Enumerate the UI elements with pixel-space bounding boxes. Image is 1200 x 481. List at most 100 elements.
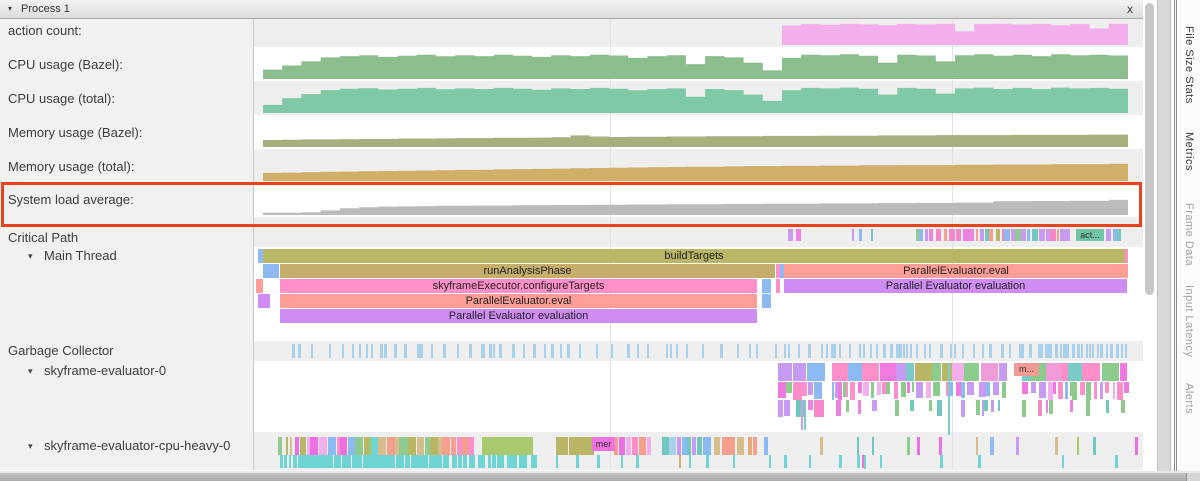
critical-path-slices-slice[interactable] [980, 229, 984, 241]
evaluator0-row2-slice[interactable] [1002, 382, 1006, 398]
collapse-arrow-icon[interactable]: ▾ [28, 248, 33, 264]
gc-pauses-slice[interactable] [1009, 344, 1011, 358]
gc-pauses-slice[interactable] [611, 344, 613, 358]
trace-slice[interactable]: skyframeExecutor.configureTargets [280, 279, 757, 293]
cpu-heavy-row2-slice[interactable] [478, 455, 485, 468]
evaluator0-row3-slice[interactable] [1038, 400, 1042, 416]
gc-pauses-slice[interactable] [1029, 344, 1032, 358]
gc-pauses-slice[interactable] [702, 344, 704, 358]
critical-path-slices-slice[interactable] [963, 229, 967, 241]
cpu-heavy-row1-slice[interactable] [619, 437, 625, 455]
cpu-heavy-row1-slice[interactable] [703, 437, 711, 455]
cpu-heavy-row2-slice[interactable] [284, 455, 288, 468]
gc-pauses-slice[interactable] [1060, 344, 1062, 358]
evaluator0-row2-slice[interactable] [979, 382, 986, 397]
evaluator0-row3-slice[interactable] [895, 400, 899, 416]
trace-slice-fragment[interactable] [762, 294, 771, 308]
critical-path-slices-slice[interactable] [996, 229, 1001, 241]
cpu-heavy-row1-slice[interactable] [328, 437, 337, 455]
critical-path-slices-slice[interactable] [976, 229, 978, 241]
evaluator0-row2-slice[interactable] [858, 382, 861, 393]
cpu-heavy-row2-slice[interactable] [405, 455, 411, 468]
evaluator0-row2-slice[interactable] [838, 382, 842, 400]
evaluator0-row1-slice[interactable] [906, 363, 914, 381]
cpu-heavy-row2-slice[interactable] [597, 455, 600, 468]
cpu-heavy-row2-slice[interactable] [531, 455, 537, 468]
cpu-heavy-row2-slice[interactable] [689, 455, 692, 468]
gc-pauses-slice[interactable] [821, 344, 824, 358]
counter-chart-Memory-usage-Bazel[interactable] [263, 115, 1128, 149]
evaluator0-row1-slice[interactable] [807, 363, 826, 381]
evaluator0-row2-slice[interactable] [1058, 382, 1063, 399]
cpu-heavy-row1-slice[interactable] [286, 437, 288, 455]
cpu-heavy-row2-slice[interactable] [396, 455, 405, 468]
cpu-heavy-row2-slice[interactable] [300, 455, 306, 468]
gc-pauses-slice[interactable] [910, 344, 912, 358]
trace-slice[interactable]: runAnalysisPhase [280, 264, 775, 278]
cpu-heavy-row2-slice[interactable] [377, 455, 386, 468]
evaluator0-row1-slice[interactable] [1120, 363, 1127, 381]
gc-pauses-slice[interactable] [896, 344, 898, 358]
cpu-heavy-row1-slice[interactable] [556, 437, 568, 455]
evaluator0-row2-slice[interactable] [871, 382, 874, 398]
trace-slice[interactable]: ParallelEvaluator.eval [784, 264, 1128, 278]
gc-pauses-slice[interactable] [342, 344, 345, 358]
cpu-heavy-row1-slice[interactable] [737, 437, 744, 455]
evaluator0-row2-slice[interactable] [814, 382, 823, 399]
critical-path-slices-slice[interactable] [1106, 229, 1111, 241]
cpu-heavy-row2-slice[interactable] [978, 455, 981, 468]
trace-slice-badge[interactable]: mer [592, 437, 615, 451]
evaluator0-row1-slice[interactable] [778, 363, 792, 381]
gc-pauses-slice[interactable] [499, 344, 502, 358]
cpu-heavy-row2-slice[interactable] [315, 455, 323, 468]
gc-pauses-slice[interactable] [431, 344, 434, 358]
gc-pauses-slice[interactable] [1050, 344, 1052, 358]
cpu-heavy-row2-slice[interactable] [452, 455, 458, 468]
collapse-arrow-icon[interactable]: ▾ [8, 4, 12, 13]
cpu-heavy-row2-slice[interactable] [679, 455, 682, 468]
cpu-heavy-row1-slice[interactable] [632, 437, 638, 455]
evaluator0-row3-slice[interactable] [982, 400, 984, 416]
gc-pauses-slice[interactable] [1097, 344, 1100, 358]
cpu-heavy-row2-slice[interactable] [1062, 455, 1065, 468]
cpu-heavy-row1-slice[interactable] [748, 437, 752, 455]
gc-pauses-slice[interactable] [512, 344, 515, 358]
tab-alerts[interactable]: Alerts [1183, 383, 1195, 414]
gc-pauses-slice[interactable] [404, 344, 406, 358]
cpu-heavy-row2-slice[interactable] [443, 455, 449, 468]
evaluator0-row2-slice[interactable] [1086, 382, 1091, 400]
vertical-scrollbar-thumb[interactable] [1145, 3, 1154, 295]
gc-pauses-slice[interactable] [666, 344, 668, 358]
evaluator0-row2-slice[interactable] [967, 382, 974, 395]
gc-pauses-slice[interactable] [627, 344, 630, 358]
cpu-heavy-row2-slice[interactable] [556, 455, 558, 468]
cpu-heavy-row2-slice[interactable] [363, 455, 373, 468]
evaluator0-row2-slice[interactable] [901, 382, 906, 397]
cpu-heavy-row1-slice[interactable] [872, 437, 875, 455]
evaluator0-row3-slice[interactable] [984, 400, 988, 411]
cpu-heavy-row1-slice[interactable] [697, 437, 702, 455]
cpu-heavy-row1-slice[interactable] [639, 437, 646, 455]
evaluator0-row2-slice[interactable] [1124, 382, 1129, 393]
cpu-heavy-row2-slice[interactable] [342, 455, 352, 468]
gc-pauses-slice[interactable] [929, 344, 931, 358]
evaluator0-row3-slice[interactable] [784, 400, 791, 416]
gc-pauses-slice[interactable] [863, 344, 865, 358]
evaluator0-row2-slice[interactable] [907, 382, 910, 393]
gc-pauses-slice[interactable] [560, 344, 562, 358]
trace-slice-fragment[interactable] [258, 294, 270, 308]
gc-pauses-slice[interactable] [899, 344, 901, 358]
cpu-heavy-row2-slice[interactable] [576, 455, 579, 468]
evaluator0-row3-slice[interactable] [991, 400, 994, 412]
gc-pauses-slice[interactable] [1081, 344, 1084, 358]
cpu-heavy-row2-slice[interactable] [463, 455, 466, 468]
gc-pauses-slice[interactable] [676, 344, 679, 358]
gc-pauses-slice[interactable] [1092, 344, 1094, 358]
cpu-heavy-row1-slice[interactable] [857, 437, 860, 455]
cpu-heavy-row2-slice[interactable] [488, 455, 491, 468]
cpu-heavy-row2-slice[interactable] [334, 455, 341, 468]
evaluator0-row2-slice[interactable] [1105, 382, 1109, 393]
gc-pauses-slice[interactable] [839, 344, 841, 358]
critical-path-slices-slice[interactable] [1015, 229, 1021, 241]
gc-pauses-slice[interactable] [551, 344, 553, 358]
